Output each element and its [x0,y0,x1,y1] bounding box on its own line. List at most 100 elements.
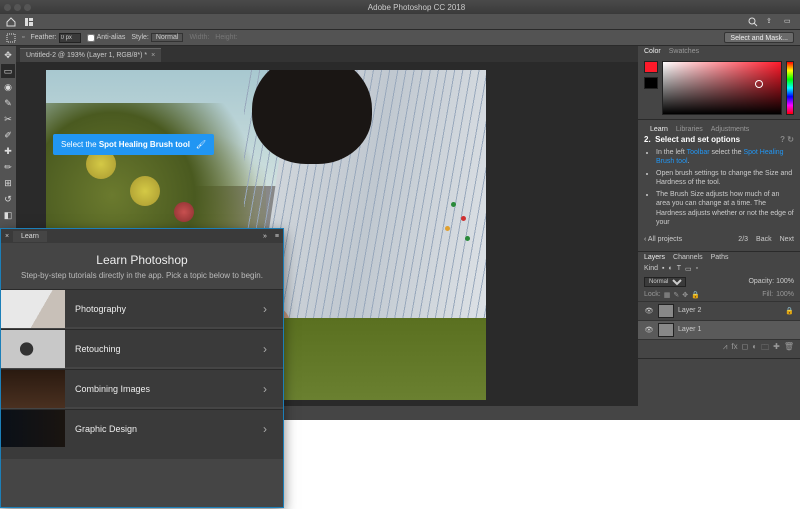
link-layers-icon[interactable]: ⩘ [723,342,728,356]
selection-mode-icon[interactable]: ▫ [22,34,24,41]
filter-type-icon[interactable]: T [677,265,681,272]
right-panels: Color Swatches Learn Libraries Adjustme [638,46,800,420]
topic-retouching[interactable]: Retouching › [1,329,283,367]
width-label: Width: [189,34,209,41]
topic-label: Photography [65,304,263,314]
antialias-checkbox[interactable] [87,34,95,42]
mask-icon[interactable]: ◻ [742,342,749,356]
collapse-icon[interactable]: » [259,233,271,240]
learn-overlay-window: × Learn » ≡ Learn Photoshop Step-by-step… [0,228,284,508]
tab-paths[interactable]: Paths [711,254,729,261]
layers-footer: ⩘ fx ◻ ◐ 🗀 ✚ 🗑 [638,339,800,358]
marquee-tool[interactable]: ▭ [1,64,15,78]
layer-name[interactable]: Layer 2 [678,307,701,314]
topic-thumb [1,410,65,448]
eraser-tool[interactable]: ◧ [1,208,15,222]
tab-color[interactable]: Color [644,48,661,55]
clone-stamp-tool[interactable]: ⊞ [1,176,15,190]
overlay-titlebar[interactable]: × Learn » ≡ [1,229,283,243]
layer-name[interactable]: Layer 1 [678,326,701,333]
move-tool[interactable]: ✥ [1,48,15,62]
search-icon[interactable] [748,17,758,27]
lock-label: Lock: [644,291,661,298]
topic-thumb [1,290,65,328]
hue-slider[interactable] [786,61,794,115]
group-icon[interactable]: 🗀 [761,342,769,356]
lasso-tool[interactable]: ◉ [1,80,15,94]
filter-adj-icon[interactable]: ◐ [669,265,673,272]
overlay-tab[interactable]: Learn [13,231,47,242]
adjustment-icon[interactable]: ◐ [752,342,757,356]
delete-icon[interactable]: 🗑 [784,342,794,356]
tab-layers[interactable]: Layers [644,254,665,261]
chevron-right-icon: › [263,302,283,316]
select-and-mask-button[interactable]: Select and Mask... [724,32,794,43]
topic-combining[interactable]: Combining Images › [1,369,283,407]
history-brush-tool[interactable]: ↺ [1,192,15,206]
color-panel-tabs: Color Swatches [638,46,800,57]
quick-select-tool[interactable]: ✎ [1,96,15,110]
brush-tool[interactable]: ✏ [1,160,15,174]
toolbar-link[interactable]: Toolbar [687,149,710,156]
blend-mode-select[interactable]: Normal [644,277,686,287]
new-layer-icon[interactable]: ✚ [773,342,780,356]
color-panel: Color Swatches [638,46,800,120]
fill-value[interactable]: 100% [776,291,794,298]
lock-all-icon[interactable]: 🔒 [691,291,700,299]
tab-channels[interactable]: Channels [673,254,703,261]
topic-photography[interactable]: Photography › [1,289,283,327]
close-tab-icon[interactable]: × [151,52,155,59]
app-menu-bar: ⇪ ▭ [0,14,800,30]
color-field[interactable] [662,61,782,115]
tab-adjustments[interactable]: Adjustments [711,126,750,133]
back-button[interactable]: Back [756,236,772,243]
lock-pos-icon[interactable]: ✥ [682,291,688,299]
reset-icon[interactable]: ↻ [787,135,794,144]
filter-pixel-icon[interactable]: ▪ [662,265,664,272]
tab-learn[interactable]: Learn [650,126,668,133]
panel-menu-icon[interactable]: ≡ [271,233,283,240]
visibility-icon[interactable]: 👁 [644,326,654,334]
fx-icon[interactable]: fx [731,342,737,356]
color-marker[interactable] [755,80,763,88]
window-controls[interactable] [4,4,31,11]
share-icon[interactable]: ⇪ [766,17,776,27]
overlay-footer [1,447,283,459]
overlay-topic-list: Photography › Retouching › Combining Ima… [1,289,283,447]
eyedropper-tool[interactable]: ✐ [1,128,15,142]
fg-bg-indicator[interactable] [644,61,658,115]
height-label: Height: [215,34,237,41]
help-icon[interactable]: ? [780,135,785,144]
layer-row[interactable]: 👁 Layer 1 [638,320,800,339]
tab-libraries[interactable]: Libraries [676,126,703,133]
lock-trans-icon[interactable]: ▦ [664,291,671,299]
workspace-icon[interactable]: ▭ [784,17,794,27]
arrange-icon[interactable] [24,17,34,27]
learn-step-item: The Brush Size adjusts how much of an ar… [656,190,794,226]
style-dropdown[interactable]: Normal [151,33,184,42]
document-tab-label: Untitled-2 @ 193% (Layer 1, RGB/8*) * [26,52,147,59]
all-projects-link[interactable]: ‹ All projects [644,236,682,243]
step-title: 2. Select and set options [644,135,740,144]
opacity-value[interactable]: 100% [776,278,794,285]
visibility-icon[interactable]: 👁 [644,307,654,315]
close-icon[interactable]: × [1,233,13,240]
filter-smart-icon[interactable]: ▫ [696,265,698,272]
next-button[interactable]: Next [780,236,794,243]
layer-row[interactable]: 👁 Layer 2 🔒 [638,301,800,320]
feather-input[interactable] [59,33,81,43]
topic-graphic-design[interactable]: Graphic Design › [1,409,283,447]
coach-tooltip[interactable]: Select the Spot Healing Brush tool 🖌 [53,134,214,155]
healing-brush-tool[interactable]: ✚ [1,144,15,158]
crop-tool[interactable]: ✂ [1,112,15,126]
home-icon[interactable] [6,17,16,27]
topic-thumb [1,370,65,408]
document-tab[interactable]: Untitled-2 @ 193% (Layer 1, RGB/8*) * × [20,48,161,62]
lock-paint-icon[interactable]: ✎ [673,291,679,299]
filter-shape-icon[interactable]: ▭ [685,265,692,273]
marquee-tool-icon[interactable] [6,33,16,43]
chevron-right-icon: › [263,382,283,396]
lock-icon: 🔒 [785,307,794,315]
tab-swatches[interactable]: Swatches [669,48,699,55]
learn-step-item: In the left Toolbar select the Spot Heal… [656,148,794,166]
